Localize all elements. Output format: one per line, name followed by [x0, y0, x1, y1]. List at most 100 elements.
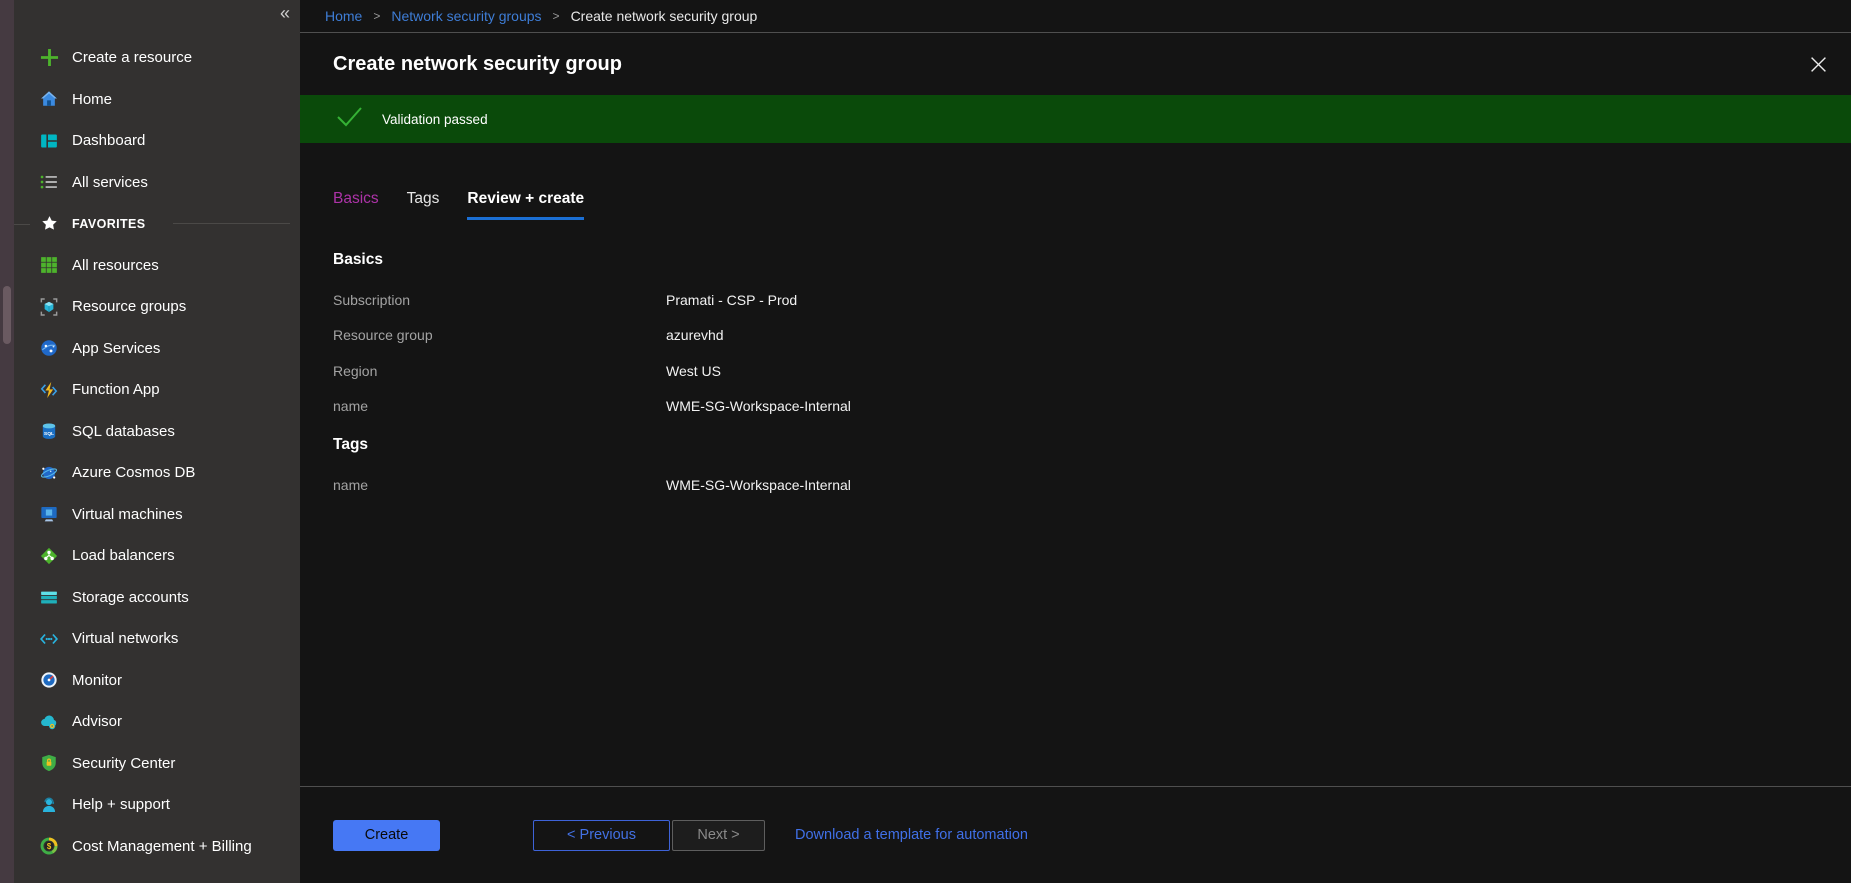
- section-title: Tags: [333, 430, 1851, 460]
- footer-bar: Create < Previous Next > Download a temp…: [300, 786, 1851, 883]
- sidebar-item-label: Dashboard: [72, 132, 145, 149]
- svg-text:$: $: [47, 842, 52, 851]
- field-label: Resource group: [333, 327, 666, 343]
- next-button[interactable]: Next >: [672, 820, 765, 851]
- sidebar-item-label: Home: [72, 91, 112, 108]
- edge-scrollbar-thumb[interactable]: [3, 286, 11, 344]
- review-row: Resource groupazurevhd: [333, 318, 1851, 354]
- main-region: Basics Tags Review + create Basics Subscrip…: [300, 143, 1851, 883]
- validation-banner-text: Validation passed: [382, 112, 488, 127]
- close-icon[interactable]: [1806, 52, 1831, 77]
- sidebar-item-label: SQL databases: [72, 423, 175, 440]
- field-value: WME-SG-Workspace-Internal: [666, 398, 851, 414]
- storage-accounts-icon: [39, 587, 59, 607]
- sidebar: « Create a resource Home Dashboard All serv…: [14, 0, 300, 883]
- review-row: nameWME-SG-Workspace-Internal: [333, 389, 1851, 425]
- sidebar-item-label: Advisor: [72, 713, 122, 730]
- all-resources-icon: [39, 255, 59, 275]
- advisor-icon: [39, 712, 59, 732]
- dashboard-icon: [39, 131, 59, 151]
- sidebar-item-label: App Services: [72, 340, 160, 357]
- cosmos-db-icon: [39, 463, 59, 483]
- create-button[interactable]: Create: [333, 820, 440, 851]
- load-balancers-icon: [39, 546, 59, 566]
- review-row: SubscriptionPramati - CSP - Prod: [333, 282, 1851, 318]
- previous-button[interactable]: < Previous: [533, 820, 670, 851]
- sidebar-item-label: Help + support: [72, 796, 170, 813]
- monitor-icon: [39, 670, 59, 690]
- all-services-icon: [39, 172, 59, 192]
- sidebar-item-create-a-resource[interactable]: Create a resource: [14, 37, 300, 79]
- sidebar-item-monitor[interactable]: Monitor: [14, 660, 300, 702]
- help-support-icon: [39, 795, 59, 815]
- sidebar-item-all-resources[interactable]: All resources: [14, 245, 300, 287]
- sidebar-item-dashboard[interactable]: Dashboard: [14, 120, 300, 162]
- sql-databases-icon: SQL: [39, 421, 59, 441]
- sidebar-item-label: Security Center: [72, 755, 175, 772]
- resource-groups-icon: [39, 297, 59, 317]
- sidebar-item-all-services[interactable]: All services: [14, 162, 300, 204]
- page-title: Create network security group: [333, 53, 622, 76]
- security-center-icon: [39, 753, 59, 773]
- review-sections: BasicsSubscriptionPramati - CSP - ProdRe…: [333, 245, 1851, 503]
- sidebar-item-app-services[interactable]: App Services: [14, 328, 300, 370]
- sidebar-item-virtual-machines[interactable]: Virtual machines: [14, 494, 300, 536]
- field-label: Region: [333, 363, 666, 379]
- tab-tags[interactable]: Tags: [407, 190, 440, 220]
- sidebar-item-security-center[interactable]: Security Center: [14, 743, 300, 785]
- home-icon: [39, 89, 59, 109]
- sidebar-item-label: Monitor: [72, 672, 122, 689]
- sidebar-item-label: Load balancers: [72, 547, 175, 564]
- sidebar-item-storage-accounts[interactable]: Storage accounts: [14, 577, 300, 619]
- tab-review-create[interactable]: Review + create: [467, 190, 584, 220]
- sidebar-item-label: Function App: [72, 381, 160, 398]
- plus-icon: [39, 48, 59, 68]
- sidebar-item-resource-groups[interactable]: Resource groups: [14, 286, 300, 328]
- sidebar-item-label: Azure Cosmos DB: [72, 464, 195, 481]
- review-row: nameWME-SG-Workspace-Internal: [333, 467, 1851, 503]
- function-app-icon: [39, 380, 59, 400]
- sidebar-nav: Create a resource Home Dashboard All servic…: [14, 37, 300, 867]
- sidebar-item-advisor[interactable]: Advisor: [14, 701, 300, 743]
- divider: [173, 223, 290, 224]
- window-edge-strip: [0, 0, 14, 883]
- field-value: WME-SG-Workspace-Internal: [666, 477, 851, 493]
- app-services-icon: [39, 338, 59, 358]
- sidebar-collapse-icon[interactable]: «: [280, 4, 290, 22]
- sidebar-item-label: Storage accounts: [72, 589, 189, 606]
- sidebar-item-cost-management-billing[interactable]: $Cost Management + Billing: [14, 826, 300, 868]
- svg-text:SQL: SQL: [44, 431, 54, 437]
- star-icon: [39, 214, 59, 234]
- sidebar-item-help-support[interactable]: Help + support: [14, 784, 300, 826]
- download-template-link[interactable]: Download a template for automation: [795, 827, 1028, 843]
- title-bar: Create network security group: [300, 33, 1851, 95]
- breadcrumb-link-home[interactable]: Home: [325, 8, 362, 24]
- field-label: Subscription: [333, 292, 666, 308]
- sidebar-header-favorites: FAVORITES: [14, 203, 300, 245]
- sidebar-item-load-balancers[interactable]: Load balancers: [14, 535, 300, 577]
- virtual-networks-icon: [39, 629, 59, 649]
- section-title: Basics: [333, 245, 1851, 275]
- field-value: Pramati - CSP - Prod: [666, 292, 797, 308]
- sidebar-item-label: Virtual networks: [72, 630, 178, 647]
- sidebar-item-azure-cosmos-db[interactable]: Azure Cosmos DB: [14, 452, 300, 494]
- field-label: name: [333, 477, 666, 493]
- tab-basics[interactable]: Basics: [333, 190, 379, 220]
- sidebar-item-label: Create a resource: [72, 49, 192, 66]
- sidebar-item-home[interactable]: Home: [14, 79, 300, 121]
- sidebar-item-label: FAVORITES: [72, 217, 146, 231]
- cost-management-icon: $: [39, 836, 59, 856]
- sidebar-item-function-app[interactable]: Function App: [14, 369, 300, 411]
- sidebar-item-label: All services: [72, 174, 148, 191]
- breadcrumb-link-network-security-groups[interactable]: Network security groups: [391, 8, 541, 24]
- breadcrumb: Home>Network security groups>Create netw…: [300, 0, 1851, 33]
- tab-bar: Basics Tags Review + create: [333, 190, 1851, 220]
- breadcrumb-separator-icon: >: [553, 9, 560, 23]
- review-section-tags: Tags nameWME-SG-Workspace-Internal: [333, 430, 1851, 503]
- sidebar-item-virtual-networks[interactable]: Virtual networks: [14, 618, 300, 660]
- review-row: RegionWest US: [333, 353, 1851, 389]
- virtual-machines-icon: [39, 504, 59, 524]
- content-region: Home>Network security groups>Create netw…: [300, 0, 1851, 883]
- breadcrumb-current-create-network-security-group: Create network security group: [571, 8, 758, 24]
- sidebar-item-sql-databases[interactable]: SQL SQL databases: [14, 411, 300, 453]
